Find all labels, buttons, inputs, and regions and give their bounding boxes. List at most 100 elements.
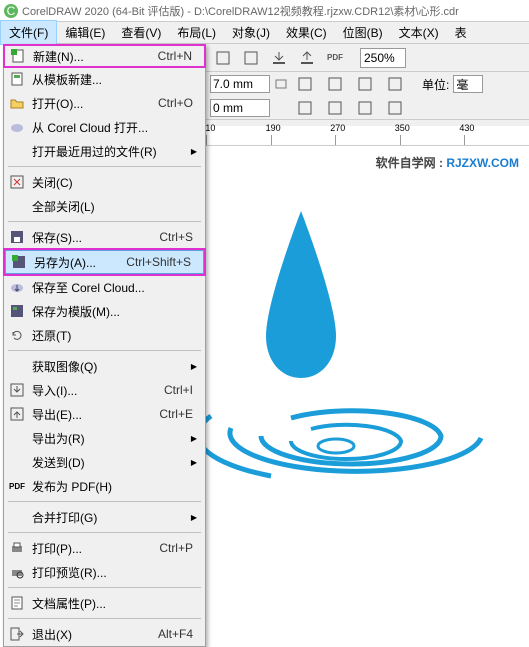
menu-shortcut: Ctrl+S — [159, 230, 193, 244]
pdf-icon[interactable]: PDF — [322, 45, 348, 71]
menu-label: 保存至 Corel Cloud... — [32, 279, 201, 296]
menu-item-open[interactable]: 打开(O)...Ctrl+O — [4, 91, 205, 115]
menu-label: 发布为 PDF(H) — [32, 478, 201, 495]
menu-effect[interactable]: 效果(C) — [278, 21, 335, 44]
menu-item-print[interactable]: 打印(P)...Ctrl+P — [4, 536, 205, 560]
watermark: 软件自学网 : RJZXW.COM — [376, 154, 519, 171]
menu-label: 全部关闭(L) — [32, 198, 201, 215]
ripple-shape[interactable] — [206, 356, 506, 556]
aspect-lock-icon[interactable] — [274, 74, 288, 94]
blank-icon — [8, 197, 26, 215]
menu-item-save-tpl[interactable]: 保存为模版(M)... — [4, 299, 205, 323]
menu-label: 打开(O)... — [32, 95, 158, 112]
menu-label: 保存为模版(M)... — [32, 303, 201, 320]
tool-btn[interactable] — [210, 45, 236, 71]
menu-label: 新建(N)... — [33, 48, 158, 65]
open-icon — [8, 94, 26, 112]
menu-item-7[interactable]: 全部关闭(L) — [4, 194, 205, 218]
menu-item-saveas[interactable]: 另存为(A)...Ctrl+Shift+S — [5, 250, 204, 274]
save-tpl-icon — [8, 302, 26, 320]
menu-shortcut: Alt+F4 — [158, 627, 193, 641]
zoom-input[interactable]: 250% — [360, 48, 406, 68]
pdf-icon: PDF — [8, 477, 26, 495]
file-menu-dropdown[interactable]: 新建(N)...Ctrl+N 从模板新建... 打开(O)...Ctrl+O 从 Co… — [3, 44, 206, 647]
menu-label: 另存为(A)... — [34, 254, 126, 271]
menu-item-new[interactable]: 新建(N)...Ctrl+N — [3, 44, 206, 68]
menu-file[interactable]: 文件(F) — [0, 20, 57, 45]
toolbar-1: PDF 250% — [206, 44, 529, 72]
menu-text[interactable]: 文本(X) — [391, 21, 447, 44]
menu-label: 退出(X) — [32, 626, 158, 643]
menu-item-close[interactable]: 关闭(C) — [4, 170, 205, 194]
menu-label: 打印(P)... — [32, 540, 159, 557]
menu-item-19[interactable]: 发送到(D)▶ — [4, 450, 205, 474]
import-icon — [8, 381, 26, 399]
size-row-2: 0 mm — [206, 96, 529, 120]
unit-field[interactable]: 毫 — [453, 75, 483, 93]
export-icon[interactable] — [294, 45, 320, 71]
unit-label: 单位: — [422, 76, 449, 93]
menu-item-template[interactable]: 从模板新建... — [4, 67, 205, 91]
canvas[interactable]: 软件自学网 : RJZXW.COM — [206, 146, 529, 602]
menu-item-22[interactable]: 合并打印(G)▶ — [4, 505, 205, 529]
new-icon — [9, 47, 27, 65]
menu-label: 文档属性(P)... — [32, 595, 201, 612]
revert-icon — [8, 326, 26, 344]
menu-item-18[interactable]: 导出为(R)▶ — [4, 426, 205, 450]
menu-separator — [8, 618, 201, 619]
height-field[interactable]: 0 mm — [210, 99, 270, 117]
menu-label: 导入(I)... — [32, 382, 164, 399]
preview-icon — [8, 563, 26, 581]
tool-btn[interactable] — [322, 95, 348, 121]
menu-item-preview[interactable]: 打印预览(R)... — [4, 560, 205, 584]
menu-item-export[interactable]: 导出(E)...Ctrl+E — [4, 402, 205, 426]
tool-btn[interactable] — [292, 71, 318, 97]
menu-label: 导出(E)... — [32, 406, 159, 423]
menu-item-revert[interactable]: 还原(T) — [4, 323, 205, 347]
print-icon — [8, 539, 26, 557]
cloud-icon — [8, 118, 26, 136]
tool-btn[interactable] — [322, 71, 348, 97]
menu-bitmap[interactable]: 位图(B) — [335, 21, 391, 44]
menu-view[interactable]: 查看(V) — [113, 21, 169, 44]
tool-btn[interactable] — [352, 95, 378, 121]
menu-item-props[interactable]: 文档属性(P)... — [4, 591, 205, 615]
title-bar: C CorelDRAW 2020 (64-Bit 评估版) - D:\Corel… — [0, 0, 529, 22]
width-field[interactable]: 7.0 mm — [210, 75, 270, 93]
blank-icon — [8, 429, 26, 447]
tool-btn[interactable] — [352, 71, 378, 97]
export-icon — [8, 405, 26, 423]
menu-label: 从 Corel Cloud 打开... — [32, 119, 201, 136]
menu-separator — [8, 587, 201, 588]
menu-item-exit[interactable]: 退出(X)Alt+F4 — [4, 622, 205, 646]
template-icon — [8, 70, 26, 88]
menu-item-cloud[interactable]: 从 Corel Cloud 打开... — [4, 115, 205, 139]
menu-table[interactable]: 表 — [447, 21, 475, 44]
menu-bar[interactable]: 文件(F) 编辑(E) 查看(V) 布局(L) 对象(J) 效果(C) 位图(B… — [0, 22, 529, 44]
menu-shortcut: Ctrl+E — [159, 407, 193, 421]
menu-edit[interactable]: 编辑(E) — [57, 21, 113, 44]
menu-object[interactable]: 对象(J) — [224, 21, 278, 44]
tool-btn[interactable] — [238, 45, 264, 71]
cloud-save-icon — [8, 278, 26, 296]
svg-text:C: C — [7, 4, 16, 18]
tool-btn[interactable] — [382, 71, 408, 97]
menu-item-15[interactable]: 获取图像(Q)▶ — [4, 354, 205, 378]
menu-separator — [8, 350, 201, 351]
menu-label: 合并打印(G) — [32, 509, 191, 526]
tool-btn[interactable] — [382, 95, 408, 121]
menu-item-pdf[interactable]: PDF 发布为 PDF(H) — [4, 474, 205, 498]
tool-btn[interactable] — [292, 95, 318, 121]
menu-label: 发送到(D) — [32, 454, 191, 471]
menu-item-save[interactable]: 保存(S)...Ctrl+S — [4, 225, 205, 249]
menu-shortcut: Ctrl+I — [164, 383, 193, 397]
save-icon — [8, 228, 26, 246]
menu-label: 关闭(C) — [32, 174, 201, 191]
menu-layout[interactable]: 布局(L) — [169, 21, 224, 44]
menu-item-cloud-save[interactable]: 保存至 Corel Cloud... — [4, 275, 205, 299]
import-icon[interactable] — [266, 45, 292, 71]
menu-item-recent[interactable]: 打开最近用过的文件(R)▶ — [4, 139, 205, 163]
menu-item-import[interactable]: 导入(I)...Ctrl+I — [4, 378, 205, 402]
menu-label: 从模板新建... — [32, 71, 201, 88]
submenu-arrow-icon: ▶ — [191, 513, 197, 522]
